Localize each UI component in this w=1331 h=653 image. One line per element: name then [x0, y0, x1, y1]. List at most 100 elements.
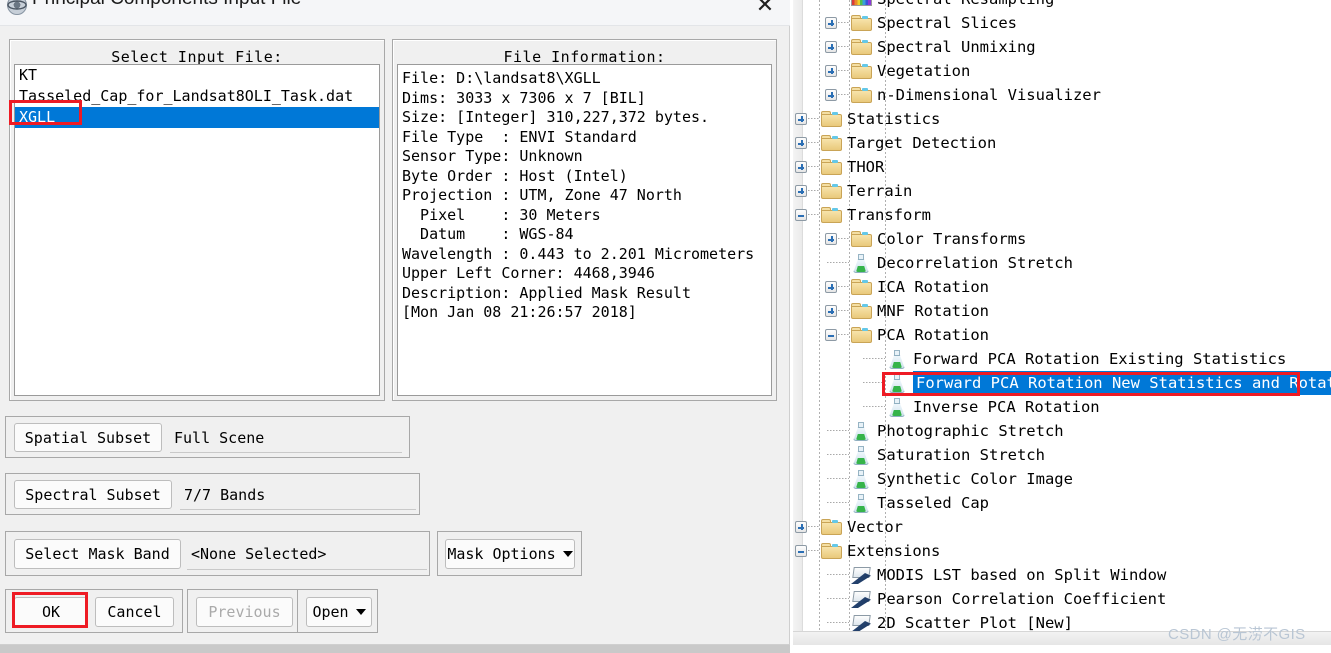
cancel-button[interactable]: Cancel [95, 597, 174, 627]
list-item-selected[interactable]: XGLL [15, 107, 379, 128]
tree-item[interactable]: Tasseled Cap [793, 491, 1331, 515]
flask-icon [888, 374, 906, 393]
spectral-subset-row: Spectral Subset 7/7 Bands [5, 473, 420, 515]
folder-icon [821, 135, 842, 151]
expand-plus-icon[interactable] [795, 113, 807, 125]
info-line: Size: [Integer] 310,227,372 bytes. [402, 108, 710, 126]
tree-item-label: Photographic Stretch [877, 422, 1064, 440]
tree-item-label: n-Dimensional Visualizer [877, 86, 1101, 104]
tree-item[interactable]: Forward PCA Rotation New Statistics and … [793, 371, 1331, 395]
tree-item[interactable]: Extensions [793, 539, 1331, 563]
tree-connector [827, 262, 849, 263]
dialog-title-bar: Principal Components Input File ✕ [0, 0, 790, 26]
tree-item[interactable]: Color Transforms [793, 227, 1331, 251]
tree-connector [827, 478, 849, 479]
list-item[interactable]: KT [15, 65, 379, 86]
expand-plus-icon[interactable] [825, 281, 837, 293]
expand-plus-icon[interactable] [825, 17, 837, 29]
info-line: Pixel : 30 Meters [402, 205, 601, 224]
spatial-subset-button[interactable]: Spatial Subset [14, 423, 162, 452]
expand-plus-icon[interactable] [825, 305, 837, 317]
envi-app-icon [7, 0, 27, 15]
tree-connector [863, 406, 885, 407]
ok-cancel-group: OK Cancel [5, 589, 183, 633]
info-line: Dims: 3033 x 7306 x 7 [BIL] [402, 88, 646, 107]
tree-item[interactable]: Transform [793, 203, 1331, 227]
ok-button[interactable]: OK [14, 597, 88, 627]
tree-item[interactable]: Spectral Unmixing [793, 35, 1331, 59]
tree-item[interactable]: Spectral Resampling [793, 0, 1331, 11]
folder-icon [851, 303, 872, 319]
tree-connector [838, 22, 849, 23]
folder-icon [851, 231, 872, 247]
spectral-subset-value: 7/7 Bands [180, 480, 416, 510]
folder-icon [821, 111, 842, 127]
collapse-minus-icon[interactable] [825, 329, 837, 341]
rainbow-icon [851, 0, 872, 6]
tree-item-label: Color Transforms [877, 230, 1027, 248]
expand-plus-icon[interactable] [795, 185, 807, 197]
tree-connector [808, 142, 819, 143]
tree-item[interactable]: Vegetation [793, 59, 1331, 83]
info-line: File: D:\landsat8\XGLL [402, 69, 601, 87]
collapse-minus-icon[interactable] [795, 209, 807, 221]
tree-connector [827, 502, 849, 503]
tree-item-label: Pearson Correlation Coefficient [877, 590, 1167, 608]
tree-item[interactable]: Photographic Stretch [793, 419, 1331, 443]
tree-item[interactable]: Statistics [793, 107, 1331, 131]
flask-icon [852, 494, 870, 513]
tree-item-label: Tasseled Cap [877, 494, 989, 512]
select-mask-band-button[interactable]: Select Mask Band [14, 539, 181, 569]
tree-item-label: Terrain [847, 182, 913, 200]
flask-icon [888, 398, 906, 417]
tree-item-label: Forward PCA Rotation New Statistics and … [913, 371, 1331, 395]
mask-options-button[interactable]: Mask Options [445, 539, 575, 569]
tree-item[interactable]: Saturation Stretch [793, 443, 1331, 467]
tree-item[interactable]: Vector [793, 515, 1331, 539]
tree-item-label: Vector [847, 518, 903, 536]
flask-icon [852, 422, 870, 441]
tree-item[interactable]: ICA Rotation [793, 275, 1331, 299]
input-file-listbox[interactable]: KT Tasseled_Cap_for_Landsat8OLI_Task.dat… [14, 64, 380, 396]
folder-icon [821, 159, 842, 175]
tree-item[interactable]: Decorrelation Stretch [793, 251, 1331, 275]
expand-plus-icon[interactable] [825, 233, 837, 245]
collapse-minus-icon[interactable] [795, 545, 807, 557]
tree-connector [827, 574, 849, 575]
expand-plus-icon[interactable] [825, 41, 837, 53]
expand-plus-icon[interactable] [795, 161, 807, 173]
list-item[interactable]: Tasseled_Cap_for_Landsat8OLI_Task.dat [15, 86, 379, 107]
tree-connector [808, 118, 819, 119]
spatial-subset-row: Spatial Subset Full Scene [5, 416, 410, 458]
tree-item[interactable]: Inverse PCA Rotation [793, 395, 1331, 419]
expand-plus-icon[interactable] [795, 521, 807, 533]
tree-item-label: Spectral Slices [877, 14, 1017, 32]
tree-connector [838, 334, 849, 335]
info-line: Byte Order : Host (Intel) [402, 166, 628, 185]
close-icon[interactable]: ✕ [742, 0, 788, 20]
spectral-subset-button[interactable]: Spectral Subset [14, 480, 172, 509]
tree-item[interactable]: Forward PCA Rotation Existing Statistics [793, 347, 1331, 371]
select-mask-band-value: <None Selected> [187, 539, 427, 570]
chevron-down-icon [355, 609, 366, 615]
tree-item[interactable]: THOR [793, 155, 1331, 179]
tree-item[interactable]: Target Detection [793, 131, 1331, 155]
expand-plus-icon[interactable] [825, 89, 837, 101]
tree-item-label: Target Detection [847, 134, 997, 152]
tree-item[interactable]: Synthetic Color Image [793, 467, 1331, 491]
tree-item[interactable]: MNF Rotation [793, 299, 1331, 323]
tree-item[interactable]: Pearson Correlation Coefficient [793, 587, 1331, 611]
tree-item[interactable]: MODIS LST based on Split Window [793, 563, 1331, 587]
expand-plus-icon[interactable] [825, 65, 837, 77]
tree-item-label: Spectral Resampling [877, 0, 1054, 11]
extension-icon [851, 591, 873, 608]
info-line: [Mon Jan 08 21:26:57 2018] [402, 303, 637, 321]
tree-item[interactable]: n-Dimensional Visualizer [793, 83, 1331, 107]
previous-button[interactable]: Previous [196, 597, 293, 627]
tree-item[interactable]: PCA Rotation [793, 323, 1331, 347]
tree-item[interactable]: Terrain [793, 179, 1331, 203]
dialog-bottom-edge [0, 645, 790, 653]
expand-plus-icon[interactable] [795, 137, 807, 149]
open-button[interactable]: Open [306, 597, 372, 627]
tree-item[interactable]: Spectral Slices [793, 11, 1331, 35]
